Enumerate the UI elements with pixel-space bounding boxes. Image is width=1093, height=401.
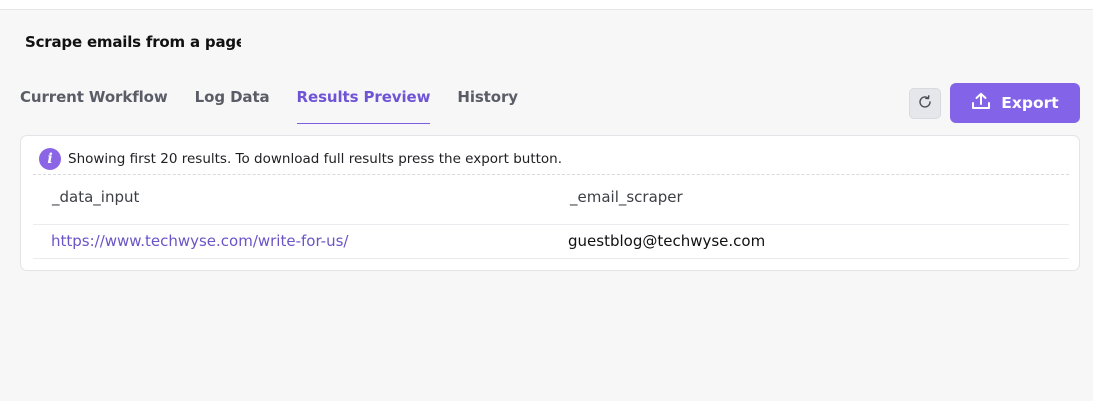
table-header: _data_input _email_scraper (33, 179, 1069, 225)
column-header-data-input: _data_input (52, 188, 140, 206)
results-panel: i Showing first 20 results. To download … (20, 135, 1080, 271)
info-icon: i (39, 148, 61, 170)
tab-log-data[interactable]: Log Data (195, 86, 270, 124)
table-row: https://www.techwyse.com/write-for-us/ g… (33, 225, 1069, 259)
refresh-icon (917, 94, 933, 114)
export-label: Export (1001, 94, 1059, 112)
top-bar (0, 0, 1093, 10)
tab-bar: Current Workflow Log Data Results Previe… (20, 86, 545, 124)
upload-icon (971, 92, 991, 114)
divider (33, 174, 1069, 175)
column-header-email-scraper: _email_scraper (570, 188, 683, 206)
export-button[interactable]: Export (950, 83, 1080, 123)
tab-current-workflow[interactable]: Current Workflow (20, 86, 168, 124)
refresh-button[interactable] (909, 88, 941, 119)
results-notice: i Showing first 20 results. To download … (39, 147, 1069, 171)
tab-results-preview[interactable]: Results Preview (296, 86, 430, 124)
page-title: Scrape emails from a page (25, 33, 241, 51)
email-cell: guestblog@techwyse.com (568, 232, 766, 250)
notice-text: Showing first 20 results. To download fu… (68, 151, 563, 167)
data-input-link[interactable]: https://www.techwyse.com/write-for-us/ (51, 232, 348, 250)
tab-history[interactable]: History (457, 86, 518, 124)
